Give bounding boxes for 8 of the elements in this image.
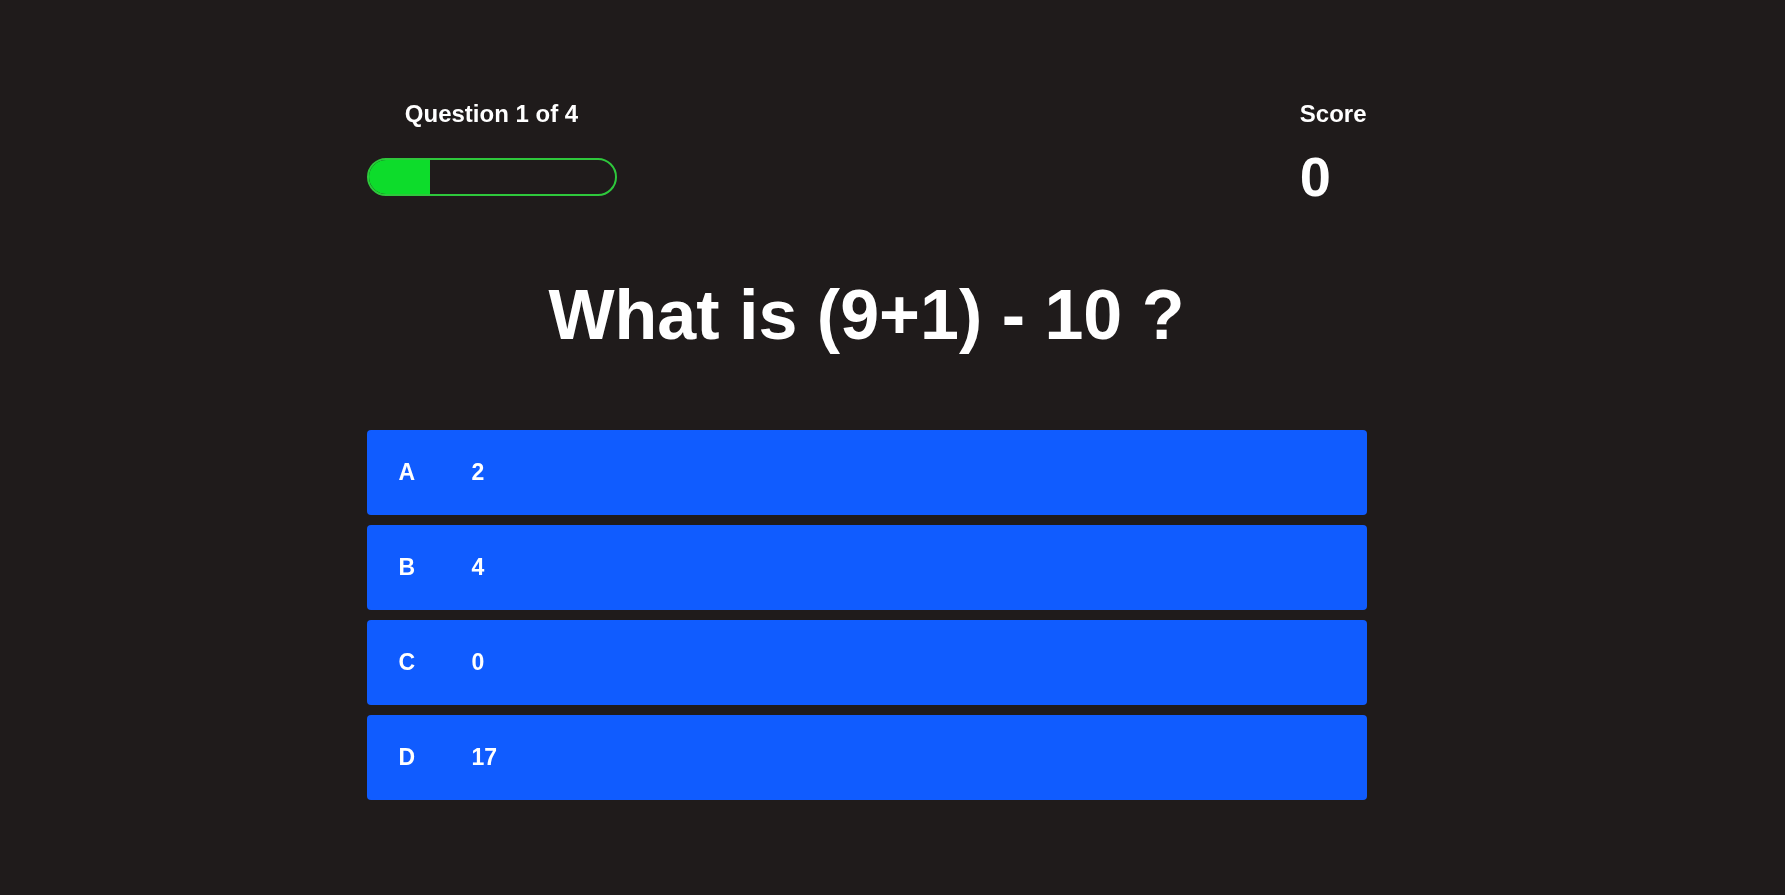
answer-option[interactable]: B 4 [366, 525, 1367, 610]
answer-option[interactable]: A 2 [366, 430, 1367, 515]
question-counter: Question 1 of 4 [404, 100, 579, 128]
score-label: Score [1299, 100, 1367, 128]
answer-option[interactable]: C 0 [366, 620, 1367, 705]
answer-option[interactable]: D 17 [366, 715, 1367, 800]
question-text: What is (9+1) - 10 ? [547, 275, 1186, 356]
score-value: 0 [1299, 146, 1331, 208]
